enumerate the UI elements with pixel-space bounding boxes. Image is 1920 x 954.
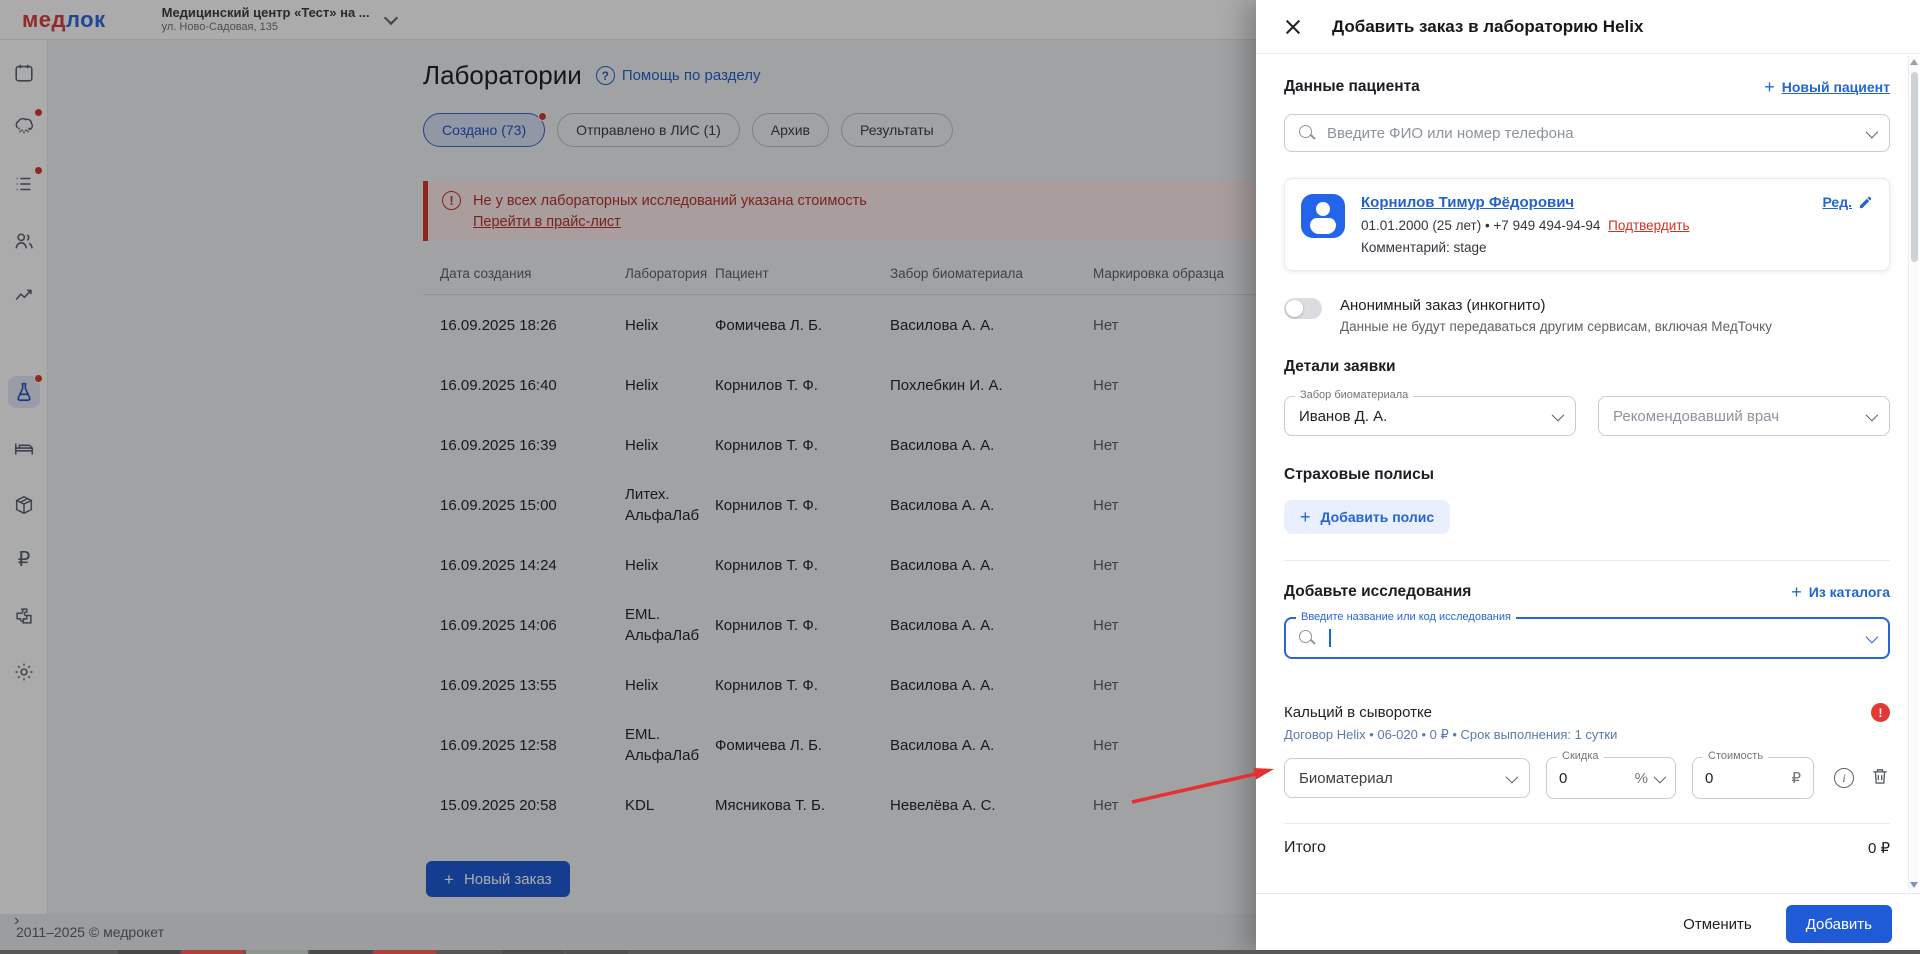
- chevron-down-icon: [1551, 408, 1565, 421]
- patient-card: Корнилов Тимур Фёдорович Ред. 01.01.2000…: [1284, 178, 1890, 271]
- close-icon[interactable]: [1282, 16, 1304, 38]
- drawer-header: Добавить заказ в лабораторию Helix: [1256, 0, 1920, 54]
- anonymous-label: Анонимный заказ (инкогнито): [1340, 297, 1546, 314]
- patient-name-link[interactable]: Корнилов Тимур Фёдорович: [1361, 194, 1574, 211]
- from-catalog-link[interactable]: + Из каталога: [1791, 583, 1890, 601]
- drawer-body: Данные пациента + Новый пациент Введите …: [1256, 54, 1906, 893]
- app-window: медлок Медицинский центр «Тест» на ... у…: [0, 0, 1920, 954]
- research-item-name: Кальций в сыворотке: [1284, 704, 1433, 721]
- search-icon: [1299, 124, 1316, 142]
- trash-icon[interactable]: [1870, 766, 1890, 791]
- discount-value: 0: [1559, 769, 1568, 787]
- chevron-down-icon: [1865, 630, 1879, 643]
- patient-search-select[interactable]: Введите ФИО или номер телефона: [1284, 114, 1890, 152]
- anonymous-toggle[interactable]: [1284, 298, 1322, 319]
- submit-button[interactable]: Добавить: [1785, 905, 1892, 943]
- error-badge-icon: !: [1871, 703, 1890, 722]
- patient-search-placeholder: Введите ФИО или номер телефона: [1327, 124, 1574, 142]
- taskbar-strip: [0, 950, 1920, 954]
- plus-icon: +: [1300, 507, 1311, 527]
- drawer-title: Добавить заказ в лабораторию Helix: [1332, 16, 1644, 36]
- total-value: 0 ₽: [1867, 840, 1890, 857]
- biomaterial-select[interactable]: Биоматериал: [1284, 758, 1530, 798]
- add-order-drawer: Добавить заказ в лабораторию Helix Данны…: [1256, 0, 1920, 954]
- patient-info: 01.01.2000 (25 лет) • +7 949 494-94-94: [1361, 218, 1601, 233]
- discount-field[interactable]: Скидка 0 %: [1546, 750, 1676, 799]
- biomaterial-collector-label: Забор биоматериала: [1295, 389, 1414, 401]
- biomaterial-collector-select[interactable]: Забор биоматериала Иванов Д. А.: [1284, 389, 1576, 436]
- scrollbar-thumb[interactable]: [1911, 72, 1918, 262]
- drawer-footer: Отменить Добавить: [1256, 893, 1920, 954]
- research-search-label: Введите название или код исследования: [1296, 611, 1516, 623]
- cost-field[interactable]: Стоимость 0 ₽: [1692, 750, 1814, 799]
- chevron-down-icon: [1653, 770, 1667, 783]
- chevron-down-icon: [1865, 125, 1879, 138]
- recommending-doctor-select[interactable]: Рекомендовавший врач: [1598, 396, 1890, 436]
- drawer-scrollbar[interactable]: [1908, 56, 1919, 891]
- confirm-phone-link[interactable]: Подтвердить: [1608, 218, 1689, 233]
- patient-section-title: Данные пациента: [1284, 78, 1420, 95]
- info-icon[interactable]: i: [1834, 768, 1854, 788]
- research-item-meta: Договор Helix • 06-020 • 0 ₽ • Срок выпо…: [1284, 727, 1618, 742]
- chevron-down-icon: [1505, 770, 1519, 783]
- scroll-up-icon[interactable]: [1910, 59, 1918, 65]
- cancel-button[interactable]: Отменить: [1683, 916, 1752, 933]
- anonymous-note: Данные не будут передаваться другим серв…: [1340, 319, 1772, 334]
- scroll-down-icon[interactable]: [1910, 882, 1918, 888]
- research-section-title: Добавьте исследования: [1284, 583, 1472, 600]
- divider: [1284, 560, 1890, 561]
- currency-symbol: ₽: [1791, 770, 1801, 787]
- details-section-title: Детали заявки: [1284, 358, 1396, 375]
- plus-icon: +: [1791, 582, 1802, 602]
- edit-patient-link[interactable]: Ред.: [1822, 194, 1873, 210]
- pencil-icon: [1859, 196, 1872, 208]
- plus-icon: +: [1764, 77, 1775, 97]
- new-patient-link[interactable]: + Новый пациент: [1764, 78, 1890, 96]
- insurance-section-title: Страховые полисы: [1284, 466, 1434, 483]
- research-search-input[interactable]: Введите название или код исследования: [1284, 611, 1890, 659]
- total-label: Итого: [1284, 839, 1326, 856]
- text-cursor: [1329, 629, 1331, 647]
- search-icon: [1299, 629, 1316, 647]
- divider: [1284, 823, 1890, 824]
- patient-avatar: [1301, 194, 1345, 238]
- chevron-down-icon: [1865, 408, 1879, 421]
- patient-comment: Комментарий: stage: [1361, 240, 1487, 255]
- annotation-arrow: [1131, 768, 1274, 804]
- add-policy-button[interactable]: + Добавить полис: [1284, 500, 1451, 534]
- cost-value: 0: [1705, 769, 1714, 787]
